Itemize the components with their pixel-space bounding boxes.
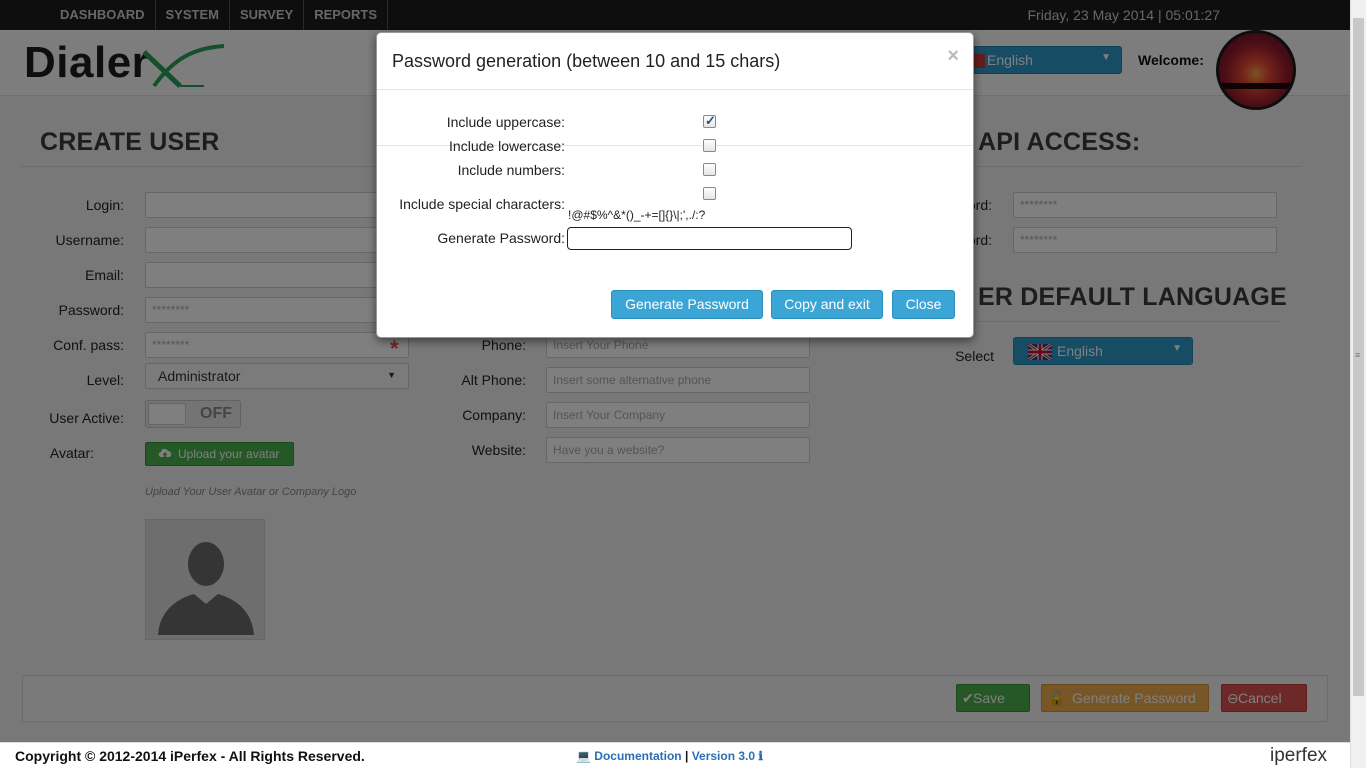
grip-icon: ≡ <box>1355 350 1361 360</box>
special-characters-checkbox[interactable] <box>703 187 716 200</box>
footer: Copyright © 2012-2014 iPerfex - All Righ… <box>0 742 1350 768</box>
lowercase-label: Include lowercase: <box>449 138 565 154</box>
copyright: Copyright © 2012-2014 iPerfex - All Righ… <box>15 748 365 764</box>
generate-password-label: Generate Password: <box>437 230 565 246</box>
page-scrollbar[interactable]: ≡ <box>1350 0 1366 768</box>
special-characters-label: Include special characters: <box>399 196 565 212</box>
copy-and-exit-button[interactable]: Copy and exit <box>771 290 883 319</box>
laptop-icon: 💻 <box>576 749 591 763</box>
password-generation-modal: Password generation (between 10 and 15 c… <box>376 32 974 338</box>
info-icon[interactable]: ℹ <box>758 749 763 763</box>
brand-logo: iperfex <box>1270 745 1327 767</box>
generated-password-input[interactable] <box>567 227 852 250</box>
uppercase-checkbox[interactable] <box>703 113 716 129</box>
brand-text: iperfex <box>1270 745 1328 766</box>
footer-links: 💻 Documentation | Version 3.0 ℹ <box>576 749 763 763</box>
uppercase-label: Include uppercase: <box>446 114 565 130</box>
separator: | <box>684 749 689 763</box>
close-button[interactable]: Close <box>892 290 955 319</box>
generate-password-button[interactable]: Generate Password <box>611 290 763 319</box>
numbers-label: Include numbers: <box>457 162 565 178</box>
lowercase-checkbox[interactable] <box>703 139 716 152</box>
version-label: Version 3.0 <box>691 749 756 763</box>
modal-header-divider <box>377 89 973 90</box>
numbers-checkbox[interactable] <box>703 163 716 176</box>
close-icon[interactable]: × <box>947 45 959 68</box>
special-characters-list: !@#$%^&*()_-+=[]{}\|;',./:? <box>568 208 706 222</box>
modal-title: Password generation (between 10 and 15 c… <box>392 51 781 71</box>
documentation-link[interactable]: Documentation <box>594 749 681 763</box>
